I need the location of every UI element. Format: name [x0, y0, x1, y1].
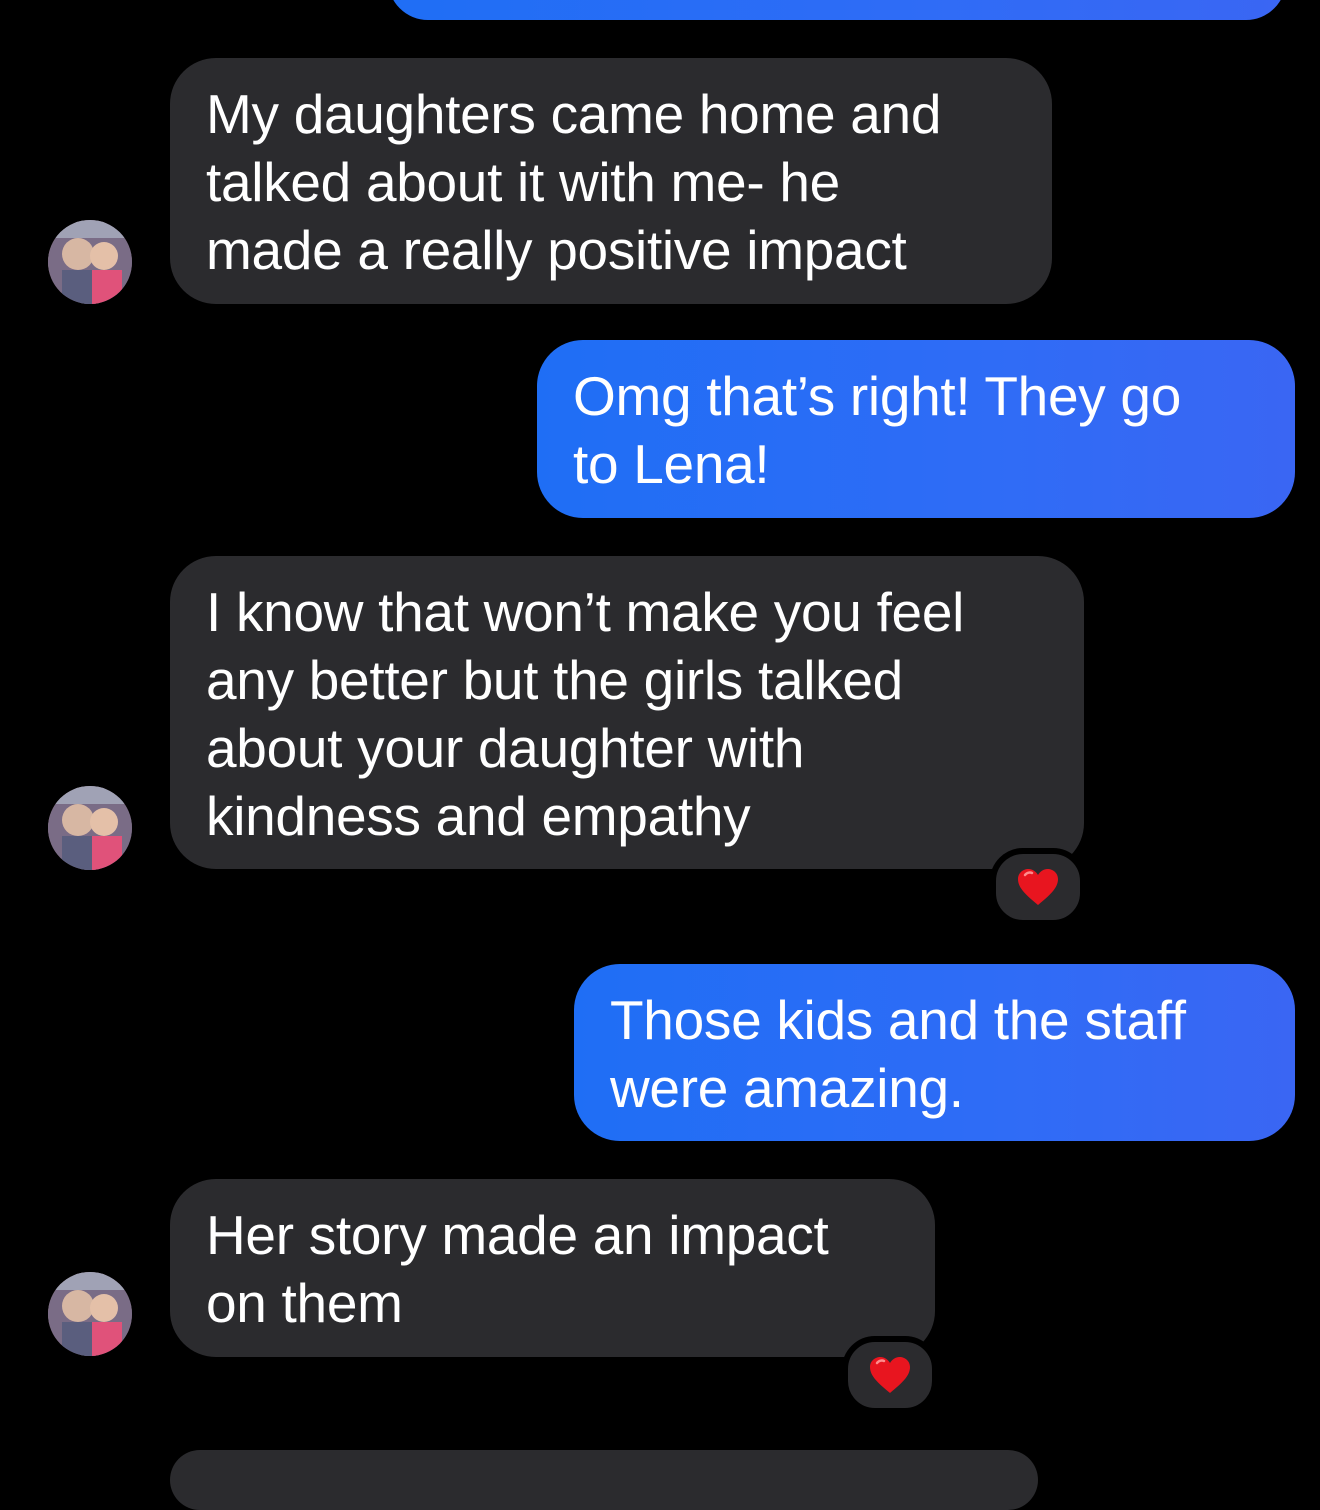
avatar-photo-icon [48, 1272, 132, 1356]
contact-avatar[interactable] [48, 220, 132, 304]
contact-avatar[interactable] [48, 1272, 132, 1356]
incoming-message-bubble[interactable]: I know that won’t make you feel any bett… [170, 556, 1084, 869]
avatar-photo-icon [48, 220, 132, 304]
outgoing-message-bubble-partial[interactable] [388, 0, 1286, 20]
contact-avatar[interactable] [48, 786, 132, 870]
avatar-photo-icon [48, 786, 132, 870]
incoming-message-bubble[interactable]: My daughters came home and talked about … [170, 58, 1052, 304]
outgoing-message-bubble[interactable]: Those kids and the staff were amazing. [574, 964, 1295, 1141]
heart-icon [870, 1357, 910, 1393]
heart-reaction[interactable] [990, 848, 1086, 926]
outgoing-message-bubble[interactable]: Omg that’s right! They go to Lena! [537, 340, 1295, 518]
heart-reaction[interactable] [842, 1336, 938, 1414]
heart-icon [1018, 869, 1058, 905]
incoming-message-bubble-partial[interactable] [170, 1450, 1038, 1510]
incoming-message-bubble[interactable]: Her story made an impact on them [170, 1179, 935, 1357]
